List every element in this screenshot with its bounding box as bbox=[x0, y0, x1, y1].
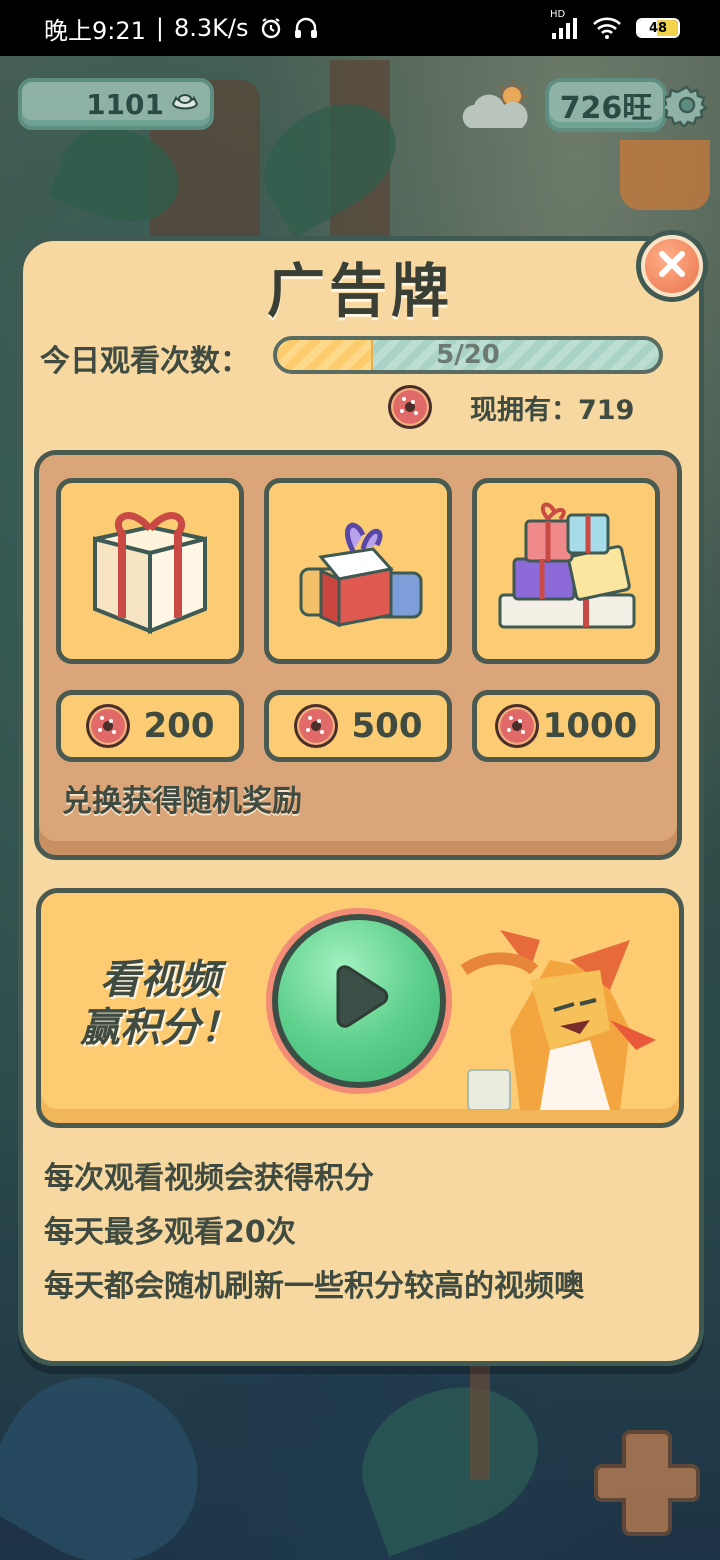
weather-icon bbox=[458, 78, 536, 134]
battery-icon: 48 bbox=[636, 18, 680, 38]
exchange-200-button[interactable]: 200 bbox=[56, 690, 244, 762]
gift-icon bbox=[283, 499, 433, 643]
signal-icon: HD bbox=[550, 9, 578, 39]
owned-label: 现拥有：719 bbox=[470, 394, 635, 426]
gift-card-single[interactable] bbox=[56, 478, 244, 664]
donut-icon bbox=[85, 704, 130, 748]
status-bar: 晚上9:21 | 8.3K/s HD 48 bbox=[0, 0, 720, 56]
price-label: 1000 bbox=[542, 706, 638, 746]
page-title: 广告牌 bbox=[266, 257, 453, 325]
info-line-2: 每天最多观看20次 bbox=[44, 1215, 296, 1250]
silver-ingot-icon bbox=[170, 88, 200, 121]
progress-text: 5/20 bbox=[436, 340, 500, 370]
fox-mascot-image bbox=[460, 900, 666, 1111]
wifi-icon bbox=[592, 17, 622, 39]
headphones-icon bbox=[293, 16, 319, 40]
alarm-icon bbox=[259, 16, 283, 40]
gift-icon bbox=[486, 499, 646, 643]
gift-icon bbox=[75, 499, 225, 643]
exchange-500-button[interactable]: 500 bbox=[264, 690, 452, 762]
coins-value: 1101 bbox=[86, 87, 164, 121]
close-icon bbox=[655, 247, 689, 285]
video-slogan: 看视频 赢积分！ bbox=[60, 956, 260, 1052]
points-value: 726旺 bbox=[559, 91, 653, 126]
video-slogan-line1: 看视频 bbox=[100, 957, 220, 1003]
play-icon bbox=[314, 954, 404, 1048]
donut-icon bbox=[388, 385, 432, 429]
gear-icon[interactable] bbox=[664, 82, 710, 128]
donut-icon bbox=[494, 704, 539, 748]
video-slogan-line2: 赢积分！ bbox=[80, 1005, 240, 1051]
price-label: 200 bbox=[143, 706, 215, 746]
exchange-note: 兑换获得随机奖励 bbox=[62, 784, 302, 819]
watch-progress-bar: 5/20 bbox=[273, 336, 663, 374]
points-counter: 726旺 bbox=[545, 78, 667, 132]
price-label: 500 bbox=[351, 706, 423, 746]
status-net-speed: 8.3K/s bbox=[174, 14, 249, 42]
coins-counter: 1101 bbox=[18, 78, 214, 130]
dpad-icon bbox=[594, 1430, 700, 1536]
dpad-button[interactable] bbox=[590, 1426, 704, 1540]
info-line-3: 每天都会随机刷新一些积分较高的视频噢 bbox=[44, 1269, 584, 1304]
play-video-button[interactable] bbox=[266, 908, 452, 1094]
info-text: 每次观看视频会获得积分 每天最多观看20次 每天都会随机刷新一些积分较高的视频噢 bbox=[44, 1152, 584, 1314]
watch-count-label: 今日观看次数： bbox=[40, 344, 250, 379]
exchange-1000-button[interactable]: 1000 bbox=[472, 690, 660, 762]
gift-card-double[interactable] bbox=[264, 478, 452, 664]
gift-card-pile[interactable] bbox=[472, 478, 660, 664]
status-separator: | bbox=[155, 14, 164, 42]
status-time: 晚上9:21 bbox=[44, 16, 146, 45]
owned-donuts: 现拥有：719 bbox=[388, 382, 678, 432]
donut-icon bbox=[293, 704, 338, 748]
close-button[interactable] bbox=[636, 230, 708, 302]
hd-label: HD bbox=[550, 9, 566, 20]
battery-level: 48 bbox=[648, 20, 668, 36]
info-line-1: 每次观看视频会获得积分 bbox=[44, 1161, 374, 1196]
